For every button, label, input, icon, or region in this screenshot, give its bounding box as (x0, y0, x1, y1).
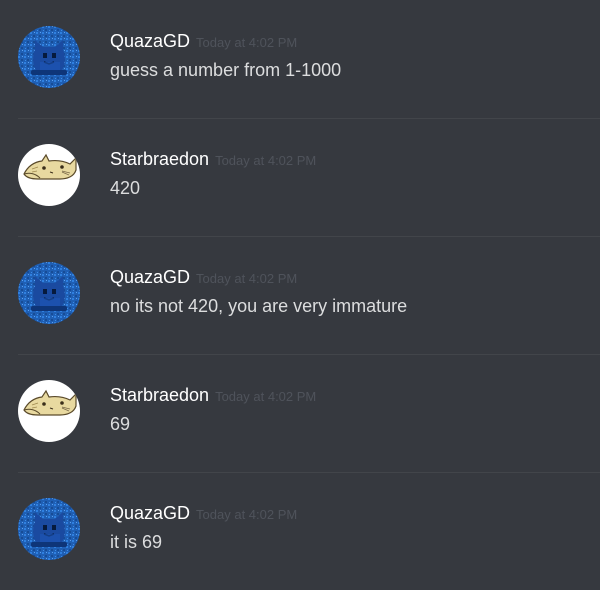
message-text: 420 (110, 178, 141, 198)
message-timestamp: Today at 4:02 PM (215, 153, 317, 168)
message-timestamp: Today at 4:02 PM (196, 35, 298, 50)
message-item[interactable]: QuazaGD Today at 4:02 PM guess a number fr… (0, 0, 600, 118)
user-avatar[interactable] (18, 380, 80, 442)
author-name[interactable]: Starbraedon (110, 385, 209, 405)
message-item[interactable]: Starbraedon Today at 4:02 PM 420 (0, 118, 600, 236)
message-item[interactable]: Starbraedon Today at 4:02 PM 69 (0, 354, 600, 472)
author-name[interactable]: Starbraedon (110, 149, 209, 169)
message-divider (18, 118, 600, 119)
author-name[interactable]: QuazaGD (110, 31, 190, 51)
message-author[interactable]: QuazaGD Today at 4:02 PM (110, 31, 297, 52)
message-text: 69 (110, 414, 131, 434)
cat-sketch-avatar-icon (18, 144, 80, 206)
message-text: no its not 420, you are very immature (110, 296, 408, 316)
message-text: guess a number from 1-1000 (110, 60, 342, 80)
author-name[interactable]: QuazaGD (110, 267, 190, 287)
message-timestamp: Today at 4:02 PM (215, 389, 317, 404)
message-item[interactable]: QuazaGD Today at 4:02 PM it is 69 (0, 472, 600, 590)
user-avatar[interactable] (18, 26, 80, 88)
user-avatar[interactable] (18, 144, 80, 206)
user-avatar[interactable] (18, 262, 80, 324)
author-name[interactable]: QuazaGD (110, 503, 190, 523)
message-author[interactable]: QuazaGD Today at 4:02 PM (110, 503, 297, 524)
message-text: it is 69 (110, 532, 163, 552)
message-divider (18, 354, 600, 355)
message-divider (18, 472, 600, 473)
cat-sketch-avatar-icon (18, 380, 80, 442)
message-item[interactable]: QuazaGD Today at 4:02 PM no its not 420, y… (0, 236, 600, 354)
blue-cat-avatar-icon (18, 262, 80, 324)
message-divider (18, 236, 600, 237)
blue-cat-avatar-icon (18, 498, 80, 560)
message-author[interactable]: QuazaGD Today at 4:02 PM (110, 267, 297, 288)
message-timestamp: Today at 4:02 PM (196, 271, 298, 286)
chat-messages: QuazaGD Today at 4:02 PM guess a number fr… (0, 0, 600, 589)
user-avatar[interactable] (18, 498, 80, 560)
message-author[interactable]: Starbraedon Today at 4:02 PM (110, 385, 316, 406)
message-timestamp: Today at 4:02 PM (196, 507, 298, 522)
blue-cat-avatar-icon (18, 26, 80, 88)
message-author[interactable]: Starbraedon Today at 4:02 PM (110, 149, 316, 170)
